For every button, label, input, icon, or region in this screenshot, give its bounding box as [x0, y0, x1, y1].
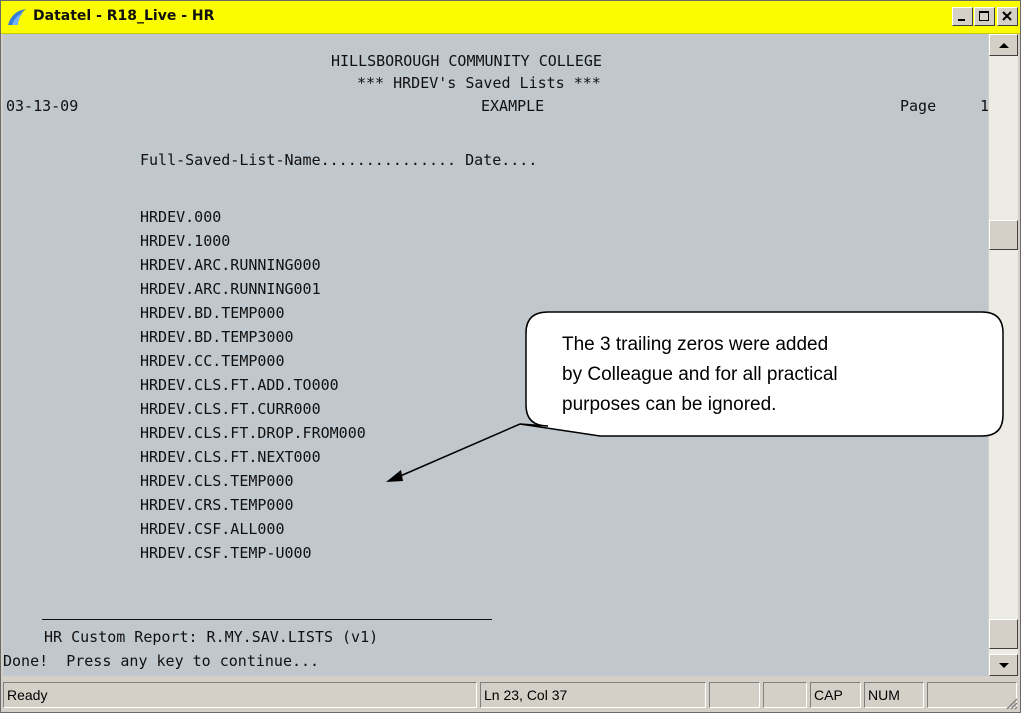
scroll-up-icon [999, 43, 1009, 48]
saved-list-item: HRDEV.CRS.TEMP000 [140, 496, 294, 514]
page-number: 1 [980, 97, 988, 115]
report-footer-name: HR Custom Report: R.MY.SAV.LISTS (v1) [44, 628, 379, 646]
scroll-down-icon [999, 663, 1009, 668]
report-college-header: HILLSBOROUGH COMMUNITY COLLEGE [331, 52, 602, 70]
callout-line: by Colleague and for all practical [562, 364, 838, 385]
callout-line: purposes can be ignored. [562, 394, 777, 415]
saved-list-item: HRDEV.ARC.RUNNING000 [140, 256, 321, 274]
callout-text: The 3 trailing zeros were added by Colle… [562, 330, 982, 420]
maximize-button[interactable] [974, 7, 995, 26]
saved-list-item: HRDEV.CLS.FT.ADD.TO000 [140, 376, 339, 394]
status-ready: Ready [3, 682, 477, 708]
window-controls [951, 7, 1018, 26]
app-logo-icon [8, 9, 26, 25]
title-bar[interactable]: Datatel - R18_Live - HR [1, 1, 1020, 34]
saved-list-item: HRDEV.ARC.RUNNING001 [140, 280, 321, 298]
window-title: Datatel - R18_Live - HR [33, 8, 215, 24]
saved-list-item: HRDEV.CC.TEMP000 [140, 352, 285, 370]
saved-list-item: HRDEV.CLS.FT.DROP.FROM000 [140, 424, 366, 442]
minimize-button[interactable] [952, 7, 973, 26]
status-empty-2 [763, 682, 807, 708]
status-num: NUM [864, 682, 924, 708]
status-empty-1 [709, 682, 760, 708]
page-label: Page [900, 97, 937, 115]
maximize-icon [979, 11, 989, 21]
close-button[interactable] [997, 7, 1018, 26]
saved-list-item: HRDEV.BD.TEMP3000 [140, 328, 294, 346]
status-caps: CAP [810, 682, 861, 708]
report-date: 03-13-09 [6, 97, 79, 115]
scroll-up-button[interactable] [989, 34, 1018, 56]
saved-list-item: HRDEV.BD.TEMP000 [140, 304, 285, 322]
scroll-down-button[interactable] [989, 654, 1018, 676]
saved-list-item: HRDEV.CSF.ALL000 [140, 520, 285, 538]
saved-list-item: HRDEV.CLS.FT.CURR000 [140, 400, 321, 418]
saved-list-item: HRDEV.CLS.FT.NEXT000 [140, 448, 321, 466]
saved-list-item: HRDEV.1000 [140, 232, 231, 250]
status-bar: Ready Ln 23, Col 37 CAP NUM [1, 679, 1020, 712]
scroll-thumb[interactable] [989, 220, 1018, 250]
report-label: EXAMPLE [481, 97, 545, 115]
callout-line: The 3 trailing zeros were added [562, 334, 829, 355]
continue-prompt: Done! Press any key to continue... [3, 652, 320, 670]
column-header: Full-Saved-List-Name............... Date… [140, 151, 538, 169]
status-cursor-position: Ln 23, Col 37 [480, 682, 706, 708]
vertical-scrollbar[interactable] [989, 34, 1018, 676]
saved-list-item: HRDEV.000 [140, 208, 222, 226]
resize-grip-icon[interactable] [1004, 696, 1018, 710]
minimize-icon [958, 19, 965, 21]
scroll-thumb-secondary[interactable] [989, 619, 1018, 649]
report-divider [42, 619, 492, 620]
saved-list-item: HRDEV.CLS.TEMP000 [140, 472, 294, 490]
close-icon [1002, 11, 1012, 21]
report-list-title: *** HRDEV's Saved Lists *** [357, 74, 601, 92]
saved-list-item: HRDEV.CSF.TEMP-U000 [140, 544, 312, 562]
